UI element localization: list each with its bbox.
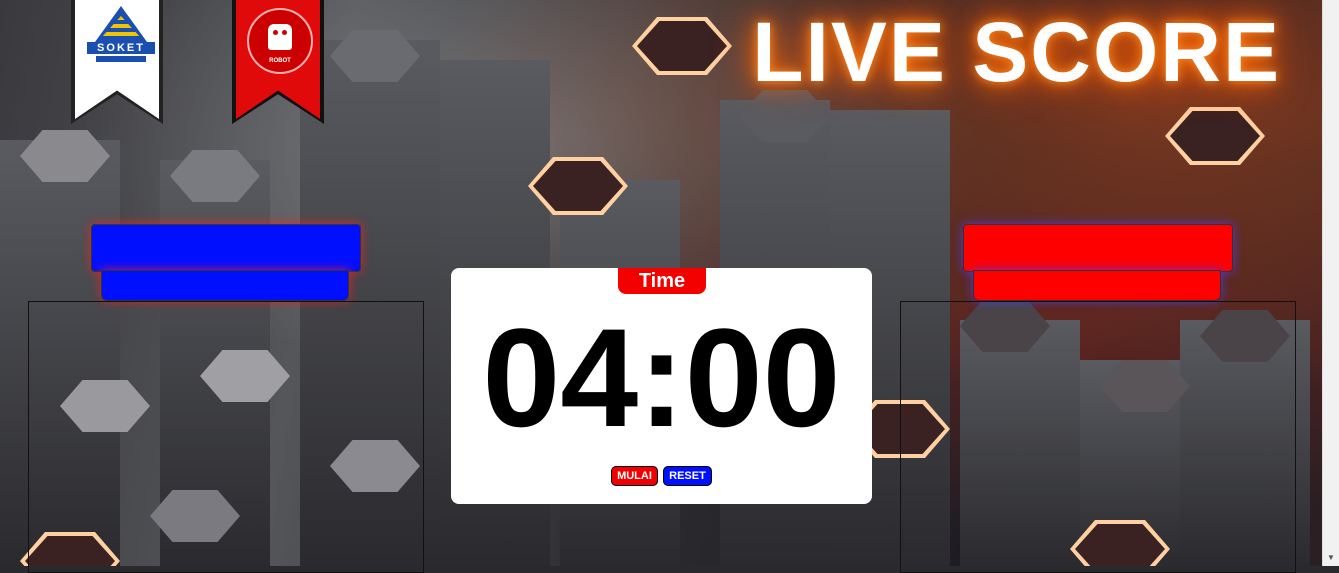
team-right-sub — [973, 270, 1221, 301]
soket-logo: SOKET — [87, 6, 155, 62]
vertical-scrollbar[interactable]: ▼ — [1322, 0, 1339, 566]
timer-panel: Time 04:00 MULAI RESET — [451, 268, 872, 504]
team-left-score-panel — [28, 301, 424, 573]
team-left-sub — [101, 270, 349, 301]
page-title: LIVE SCORE — [752, 5, 1281, 99]
scroll-down-arrow-icon[interactable]: ▼ — [1327, 553, 1335, 562]
team-left-name — [91, 224, 361, 272]
team-right-name — [963, 224, 1233, 272]
time-label: Time — [618, 268, 706, 294]
time-display: 04:00 — [482, 299, 841, 456]
start-button[interactable]: MULAI — [611, 466, 658, 486]
reset-button[interactable]: RESET — [663, 466, 712, 486]
team-right-score-panel — [900, 301, 1296, 573]
robot-logo: ROBOT — [247, 8, 313, 74]
